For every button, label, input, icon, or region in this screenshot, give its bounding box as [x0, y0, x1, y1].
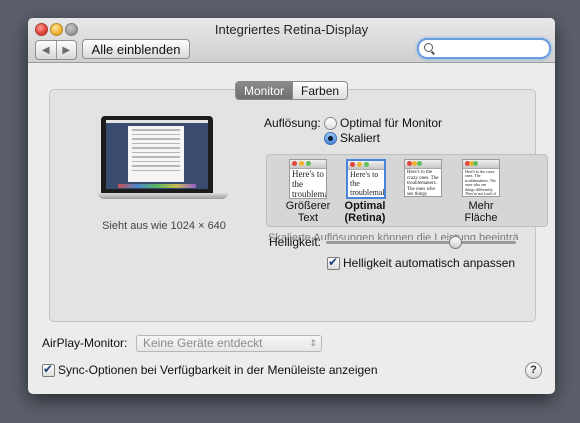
caption-larger-text: Größerer Text — [285, 200, 331, 224]
tab-bar: Monitor Farben — [235, 81, 349, 100]
resolution-note: Sieht aus wie 1024 × 640 — [102, 220, 226, 232]
caption-more-space: Mehr Fläche — [464, 200, 498, 224]
scale-option-more-space[interactable]: Here's to the crazy ones. The troublemak… — [462, 159, 500, 197]
sync-options-checkbox[interactable] — [42, 362, 55, 377]
window-title: Integriertes Retina-Display — [214, 22, 369, 37]
scale-option-medium[interactable]: Here's to the crazy ones. The troublemak… — [404, 159, 442, 197]
resolution-label: Auflösung: — [264, 116, 321, 130]
radio-scaled[interactable] — [324, 132, 337, 145]
radio-optimal-label[interactable]: Optimal für Monitor — [340, 116, 442, 130]
airplay-popup[interactable]: Keine Geräte entdeckt ⇕ — [136, 335, 322, 352]
auto-brightness-checkbox[interactable] — [327, 255, 340, 270]
back-arrow-icon[interactable]: ◀ — [36, 41, 56, 59]
scaled-resolution-chooser: Here's to the troublemakers. Here's to t… — [266, 154, 548, 227]
search-icon — [424, 43, 433, 52]
sync-options-label[interactable]: Sync-Optionen bei Verfügbarkeit in der M… — [58, 363, 378, 377]
tab-monitor[interactable]: Monitor — [236, 82, 293, 99]
tab-farben[interactable]: Farben — [292, 82, 348, 99]
help-button[interactable]: ? — [525, 362, 542, 379]
show-all-button[interactable]: Alle einblenden — [82, 39, 190, 59]
airplay-value: Keine Geräte entdeckt — [143, 336, 263, 350]
brightness-slider-track[interactable] — [326, 241, 516, 244]
title-bar: Integriertes Retina-Display ◀ ▶ Alle ein… — [28, 18, 555, 63]
preferences-window: Integriertes Retina-Display ◀ ▶ Alle ein… — [28, 18, 555, 394]
radio-scaled-label[interactable]: Skaliert — [340, 131, 380, 145]
popup-arrows-icon: ⇕ — [309, 338, 317, 348]
brightness-label: Helligkeit: — [269, 235, 322, 249]
scale-option-larger-text[interactable]: Here's to the troublemakers. — [289, 159, 327, 199]
macbook-preview-image — [98, 116, 228, 206]
caption-optimal-retina: Optimal (Retina) — [344, 200, 386, 224]
radio-optimal-for-monitor[interactable] — [324, 117, 337, 130]
auto-brightness-label[interactable]: Helligkeit automatisch anpassen — [343, 256, 515, 270]
airplay-label: AirPlay-Monitor: — [42, 336, 128, 350]
forward-arrow-icon[interactable]: ▶ — [55, 41, 77, 59]
search-field[interactable] — [417, 38, 551, 59]
back-forward-control: ◀ ▶ — [35, 40, 77, 60]
scale-option-optimal-retina[interactable]: Here's to the troublemakers. ones who se… — [346, 159, 386, 199]
